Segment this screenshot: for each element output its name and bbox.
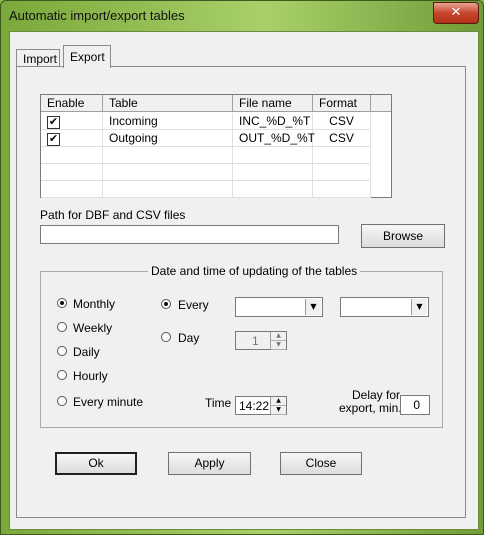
radio-weekly[interactable] xyxy=(57,322,67,332)
schedule-group-title: Date and time of updating of the tables xyxy=(148,264,361,278)
close-button[interactable]: Close xyxy=(280,452,362,475)
day-value: 1 xyxy=(252,334,259,348)
delay-label-line1: Delay for xyxy=(352,388,401,402)
cell-file-name[interactable]: OUT_%D_%T xyxy=(233,130,315,147)
empty-cell xyxy=(41,147,103,164)
empty-cell xyxy=(103,181,233,198)
close-window-button[interactable]: ✕ xyxy=(433,2,479,24)
empty-cell xyxy=(313,181,371,198)
cell-table[interactable]: Incoming xyxy=(103,113,233,130)
radio-label-day[interactable]: Day xyxy=(178,331,199,345)
empty-cell xyxy=(103,164,233,181)
time-label: Time xyxy=(205,396,232,410)
period-dropdown[interactable]: ▼ xyxy=(340,297,429,317)
radio-every-minute[interactable] xyxy=(57,396,67,406)
radio-daily[interactable] xyxy=(57,346,67,356)
column-header-enable[interactable]: Enable xyxy=(41,95,103,112)
radio-label-daily[interactable]: Daily xyxy=(73,345,100,359)
path-input[interactable] xyxy=(40,225,339,244)
spin-down-icon[interactable]: ▼ xyxy=(271,406,286,415)
spin-down-icon[interactable]: ▼ xyxy=(271,341,286,350)
radio-every[interactable] xyxy=(161,299,171,309)
radio-label-hourly[interactable]: Hourly xyxy=(73,369,108,383)
title-bar[interactable]: Automatic import/export tables ✕ xyxy=(1,1,483,31)
empty-cell xyxy=(41,164,103,181)
radio-label-every-minute[interactable]: Every minute xyxy=(73,395,143,409)
day-stepper[interactable]: 1 ▲ ▼ xyxy=(235,331,287,350)
delay-input[interactable]: 0 xyxy=(400,395,430,415)
time-stepper[interactable]: 14:22 ▲ ▼ xyxy=(235,396,287,415)
cell-file-name[interactable]: INC_%D_%T xyxy=(233,113,313,130)
ok-button[interactable]: Ok xyxy=(55,452,137,475)
time-value: 14:22 xyxy=(239,399,270,413)
check-icon: ✔ xyxy=(48,132,59,145)
cell-table[interactable]: Outgoing xyxy=(103,130,233,147)
tab-export[interactable]: Export xyxy=(63,45,111,68)
spin-up-icon[interactable]: ▲ xyxy=(271,397,286,406)
check-icon: ✔ xyxy=(48,115,59,128)
radio-monthly[interactable] xyxy=(57,298,67,308)
cell-format[interactable]: CSV xyxy=(313,130,371,147)
chevron-down-icon[interactable]: ▼ xyxy=(411,299,427,315)
chevron-down-icon[interactable]: ▼ xyxy=(305,299,321,315)
radio-hourly[interactable] xyxy=(57,370,67,380)
browse-button[interactable]: Browse xyxy=(361,224,445,248)
radio-day[interactable] xyxy=(161,332,171,342)
empty-cell xyxy=(233,164,313,181)
empty-cell xyxy=(233,147,313,164)
radio-label-every[interactable]: Every xyxy=(178,298,209,312)
delay-label-line2: export, min. xyxy=(339,401,402,415)
empty-cell xyxy=(41,181,103,198)
column-header-filler xyxy=(371,95,391,112)
path-label: Path for DBF and CSV files xyxy=(40,208,186,222)
radio-label-monthly[interactable]: Monthly xyxy=(73,297,115,311)
column-header-format[interactable]: Format xyxy=(313,95,371,112)
window-title: Automatic import/export tables xyxy=(9,8,185,23)
column-header-file-name[interactable]: File name xyxy=(233,95,313,112)
enable-checkbox-outgoing[interactable]: ✔ xyxy=(47,133,60,146)
radio-label-weekly[interactable]: Weekly xyxy=(73,321,112,335)
close-icon: ✕ xyxy=(450,5,462,20)
cell-format[interactable]: CSV xyxy=(313,113,371,130)
column-header-table[interactable]: Table xyxy=(103,95,233,112)
spin-up-icon[interactable]: ▲ xyxy=(271,332,286,341)
enable-checkbox-incoming[interactable]: ✔ xyxy=(47,116,60,129)
empty-cell xyxy=(103,147,233,164)
empty-cell xyxy=(313,164,371,181)
every-dropdown[interactable]: ▼ xyxy=(235,297,323,317)
empty-cell xyxy=(313,147,371,164)
empty-cell xyxy=(233,181,313,198)
tables-grid[interactable]: Enable Table File name Format ✔ Incoming… xyxy=(40,94,392,198)
apply-button[interactable]: Apply xyxy=(168,452,251,475)
